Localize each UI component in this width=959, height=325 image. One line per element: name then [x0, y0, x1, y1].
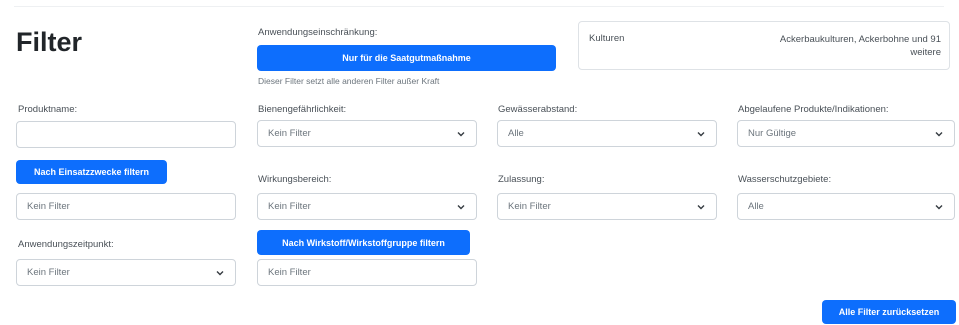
kulturen-value-line1: Ackerbaukulturen, Ackerbohne und 91 [779, 34, 941, 45]
filter-by-purpose-button[interactable]: Nach Einsatzzwecke filtern [16, 160, 167, 184]
chevron-down-icon [696, 202, 706, 212]
chevron-down-icon [934, 129, 944, 139]
anwendungszeitpunkt-selected: Kein Filter [27, 267, 70, 278]
produktname-label: Produktname: [18, 104, 78, 115]
kulturen-value-line2: weitere [910, 47, 941, 58]
zulassung-selected: Kein Filter [508, 201, 551, 212]
kulturen-label: Kulturen [589, 33, 625, 44]
bienen-select[interactable]: Kein Filter [257, 120, 477, 147]
top-divider [14, 6, 944, 7]
abgelaufene-label: Abgelaufene Produkte/Indikationen: [738, 104, 889, 115]
einsatzzwecke-value[interactable]: Kein Filter [16, 193, 236, 220]
wasserschutz-label: Wasserschutzgebiete: [738, 174, 832, 185]
zulassung-label: Zulassung: [498, 174, 545, 185]
gewaesser-select[interactable]: Alle [497, 120, 717, 147]
abgelaufene-select[interactable]: Nur Gültige [737, 120, 955, 147]
gewaesser-label: Gewässerabstand: [498, 104, 578, 115]
chevron-down-icon [696, 129, 706, 139]
wirkstoff-value-text: Kein Filter [268, 267, 311, 278]
wirkstoff-value[interactable]: Kein Filter [257, 259, 477, 286]
abgelaufene-selected: Nur Gültige [748, 128, 797, 139]
gewaesser-selected: Alle [508, 128, 524, 139]
page-title: Filter [16, 27, 83, 57]
wirkungsbereich-label: Wirkungsbereich: [258, 174, 332, 185]
chevron-down-icon [934, 202, 944, 212]
wirkungsbereich-select[interactable]: Kein Filter [257, 193, 477, 220]
anwendung-label: Anwendungseinschränkung: [258, 27, 378, 38]
kulturen-value: Ackerbaukulturen, Ackerbohne und 91 weit… [780, 33, 941, 59]
chevron-down-icon [456, 202, 466, 212]
wasserschutz-selected: Alle [748, 201, 764, 212]
chevron-down-icon [215, 268, 225, 278]
chevron-down-icon [456, 129, 466, 139]
wirkungsbereich-selected: Kein Filter [268, 201, 311, 212]
kulturen-box[interactable]: Kulturen Ackerbaukulturen, Ackerbohne un… [578, 21, 950, 70]
bienen-label: Bienengefährlichkeit: [258, 104, 347, 115]
anwendungszeitpunkt-label: Anwendungszeitpunkt: [18, 239, 114, 250]
produktname-input[interactable] [16, 121, 236, 148]
wasserschutz-select[interactable]: Alle [737, 193, 955, 220]
zulassung-select[interactable]: Kein Filter [497, 193, 717, 220]
anwendungszeitpunkt-select[interactable]: Kein Filter [16, 259, 236, 286]
seed-treatment-only-button[interactable]: Nur für die Saatgutmaßnahme [257, 45, 556, 71]
bienen-selected: Kein Filter [268, 128, 311, 139]
reset-all-filters-button[interactable]: Alle Filter zurücksetzen [822, 300, 956, 324]
anwendung-note: Dieser Filter setzt alle anderen Filter … [258, 76, 440, 86]
filter-by-active-substance-button[interactable]: Nach Wirkstoff/Wirkstoffgruppe filtern [257, 230, 470, 255]
einsatzzwecke-value-text: Kein Filter [27, 201, 70, 212]
